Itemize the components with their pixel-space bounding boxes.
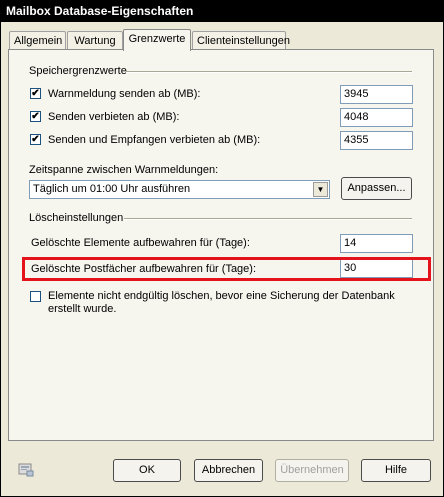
send-receive-block-label: Senden und Empfangen verbieten ab (MB): [48,134,261,146]
retain-items-label: Gelöschte Elemente aufbewahren für (Tage… [31,237,250,249]
interval-value: Täglich um 01:00 Uhr ausführen [33,183,191,195]
tab-grenzwerte[interactable]: Grenzwerte [123,29,191,51]
warn-checkbox[interactable]: ✔ [30,88,41,99]
no-delete-label: Elemente nicht endgültig löschen, bevor … [48,290,395,315]
warn-label: Warnmeldung senden ab (MB): [48,88,201,100]
send-receive-block-input[interactable]: 4355 [340,131,413,150]
window-title: Mailbox Database-Eigenschaften [1,1,443,22]
send-block-checkbox[interactable]: ✔ [30,111,41,122]
tab-wartung[interactable]: Wartung [67,31,123,50]
tab-allgemein[interactable]: Allgemein [9,31,66,50]
deletion-separator [124,218,412,220]
apply-button[interactable]: Übernehmen [275,459,349,482]
cancel-button[interactable]: Abbrechen [194,459,263,482]
help-button[interactable]: Hilfe [361,459,431,482]
highlight-box [22,257,431,281]
warn-input[interactable]: 3945 [340,85,413,104]
storage-separator [126,71,412,73]
storage-group-title: Speichergrenzwerte [29,65,127,77]
ok-button[interactable]: OK [113,459,181,482]
send-receive-block-checkbox[interactable]: ✔ [30,134,41,145]
deletion-group-title: Löscheinstellungen [29,212,124,224]
send-block-label: Senden verbieten ab (MB): [48,111,180,123]
send-block-input[interactable]: 4048 [340,108,413,127]
interval-label: Zeitspanne zwischen Warnmeldungen: [29,164,219,176]
dialog-status-icon [18,463,34,477]
tab-strip: Allgemein Wartung Grenzwerte Clienteinst… [9,29,435,51]
no-delete-checkbox[interactable] [30,291,41,302]
chevron-down-icon[interactable]: ▼ [313,182,328,197]
retain-items-input[interactable]: 14 [340,234,413,253]
customize-button[interactable]: Anpassen... [341,177,412,200]
tab-clienteinstellungen[interactable]: Clienteinstellungen [192,31,290,50]
interval-select[interactable]: Täglich um 01:00 Uhr ausführen ▼ [29,180,330,199]
